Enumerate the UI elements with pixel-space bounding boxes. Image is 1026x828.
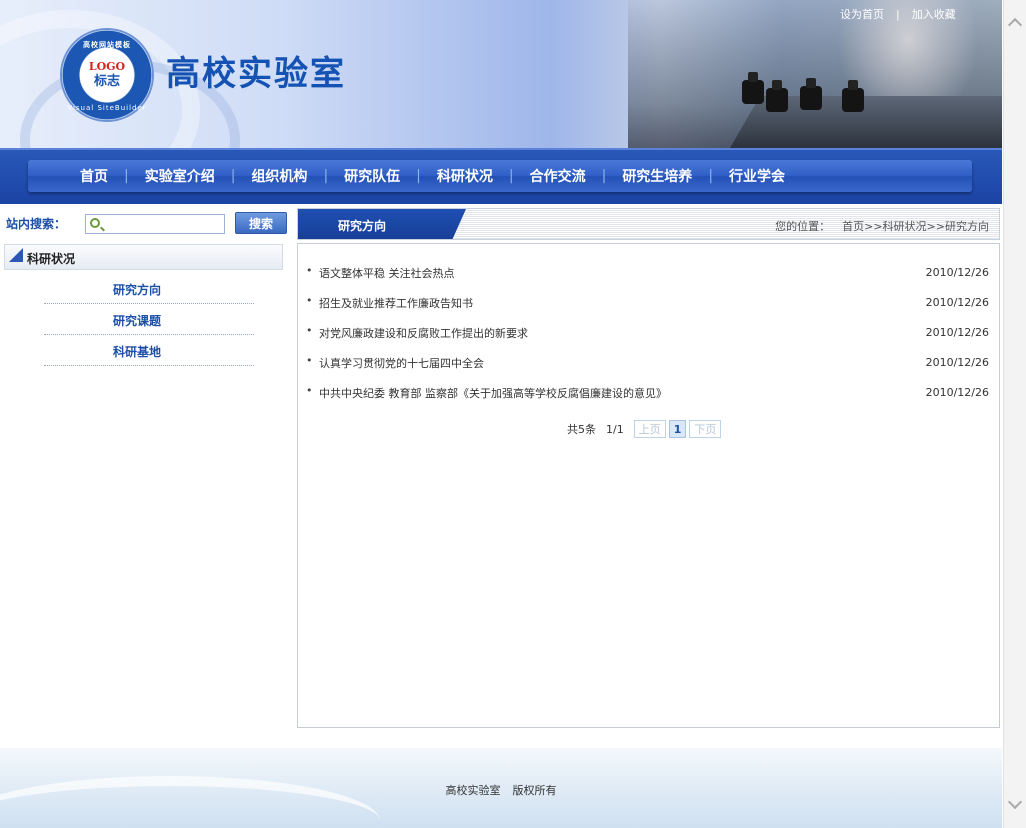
footer-site-name: 高校实验室 [445, 784, 501, 797]
news-date: 2010/12/26 [925, 296, 989, 309]
nav-item-home[interactable]: 首页 [80, 166, 108, 186]
breadcrumb-path[interactable]: 首页>>科研状况>>研究方向 [842, 220, 989, 233]
footer-copyright: 版权所有 [512, 784, 557, 797]
list-item[interactable]: • 语文整体平稳 关注社会热点 2010/12/26 [298, 264, 999, 282]
search-label: 站内搜索： [6, 217, 67, 231]
logo-cn: 标志 [93, 74, 120, 89]
nav-bar: 首页 | 实验室介绍 | 组织机构 | 研究队伍 | 科研状况 | 合作交流 |… [28, 160, 972, 192]
news-date: 2010/12/26 [925, 356, 989, 369]
content-tab-title: 研究方向 [338, 219, 387, 233]
nav-separator: | [601, 168, 607, 184]
sidebar-item-research-direction[interactable]: 研究方向 [44, 274, 254, 304]
sidebar-item-research-base[interactable]: 科研基地 [44, 336, 254, 366]
pager-total: 共5条 [567, 423, 596, 436]
bullet-icon: • [306, 324, 313, 337]
scroll-up-icon[interactable] [1007, 17, 1023, 33]
pager-page-info: 1/1 [606, 422, 624, 436]
logo-ring-text: 高校网站模板 [83, 41, 131, 49]
news-title[interactable]: 认真学习贯彻党的十七届四中全会 [319, 355, 484, 371]
nav-item-graduate[interactable]: 研究生培养 [622, 166, 692, 186]
link-separator: | [896, 8, 900, 21]
nav-item-lab-intro[interactable]: 实验室介绍 [145, 166, 215, 186]
footer-text: 高校实验室 版权所有 [0, 782, 1002, 798]
bullet-icon: • [306, 294, 313, 307]
sidebar-item-research-topics[interactable]: 研究课题 [44, 305, 254, 335]
top-links: 设为首页 | 加入收藏 [840, 6, 956, 22]
prev-page-button[interactable]: 上页 [633, 420, 666, 438]
breadcrumb: 您的位置： 首页>>科研状况>>研究方向 [775, 218, 989, 234]
sidebar-item-label: 科研基地 [113, 345, 162, 359]
page: 高校网站模板 LOGO 标志 Visual SiteBuilder 高校实验室 … [0, 0, 1002, 828]
news-date: 2010/12/26 [925, 386, 989, 399]
logo-word: LOGO [88, 60, 126, 73]
sidebar-item-label: 研究方向 [113, 283, 162, 297]
search-button[interactable]: 搜索 [235, 212, 287, 234]
add-favorite-link[interactable]: 加入收藏 [912, 8, 956, 21]
machine-knob [742, 72, 764, 104]
scroll-down-icon[interactable] [1007, 794, 1023, 810]
current-page-button[interactable]: 1 [668, 420, 687, 438]
nav-separator: | [416, 168, 421, 184]
vertical-scrollbar[interactable] [1003, 0, 1026, 828]
bullet-icon: • [306, 354, 313, 367]
search-icon [90, 218, 100, 228]
site-title: 高校实验室 [166, 54, 346, 94]
content-tab: 研究方向 [298, 209, 466, 239]
logo-ring-text-bottom: Visual SiteBuilder [67, 104, 147, 112]
footer: 高校实验室 版权所有 [0, 748, 1002, 828]
nav-separator: | [124, 168, 129, 184]
content-header: 研究方向 您的位置： 首页>>科研状况>>研究方向 [297, 208, 1000, 240]
nav-item-cooperation[interactable]: 合作交流 [530, 166, 586, 186]
sidebar-title: 科研状况 [27, 252, 76, 266]
news-date: 2010/12/26 [925, 326, 989, 339]
nav-separator: | [230, 168, 236, 184]
news-title[interactable]: 招生及就业推荐工作廉政告知书 [319, 295, 473, 311]
sidebar-header: 科研状况 [4, 244, 283, 270]
site-logo[interactable]: 高校网站模板 LOGO 标志 Visual SiteBuilder [62, 30, 152, 120]
nav-separator: | [708, 168, 714, 184]
nav-item-organization[interactable]: 组织机构 [251, 166, 307, 186]
header-banner: 高校网站模板 LOGO 标志 Visual SiteBuilder 高校实验室 … [0, 0, 1002, 148]
news-title[interactable]: 对党风廉政建设和反腐败工作提出的新要求 [319, 325, 528, 341]
list-item[interactable]: • 认真学习贯彻党的十七届四中全会 2010/12/26 [298, 354, 999, 372]
machine-knob [800, 78, 822, 110]
next-page-button[interactable]: 下页 [689, 420, 722, 438]
search-input[interactable] [85, 214, 225, 234]
list-item[interactable]: • 中共中央纪委 教育部 监察部《关于加强高等学校反腐倡廉建设的意见》 2010… [298, 384, 999, 402]
list-item[interactable]: • 对党风廉政建设和反腐败工作提出的新要求 2010/12/26 [298, 324, 999, 342]
nav-separator: | [323, 168, 329, 184]
machine-knob [766, 80, 788, 112]
breadcrumb-label: 您的位置： [775, 220, 831, 233]
main-nav: 首页 | 实验室介绍 | 组织机构 | 研究队伍 | 科研状况 | 合作交流 |… [0, 148, 1002, 204]
sidebar-item-label: 研究课题 [113, 314, 162, 328]
corner-arrow-icon [9, 248, 23, 262]
news-title[interactable]: 语文整体平稳 关注社会热点 [319, 265, 455, 281]
set-homepage-link[interactable]: 设为首页 [840, 8, 884, 21]
bullet-icon: • [306, 264, 313, 277]
nav-item-society[interactable]: 行业学会 [729, 166, 785, 186]
news-list: • 语文整体平稳 关注社会热点 2010/12/26 • 招生及就业推荐工作廉政… [297, 243, 1000, 728]
news-date: 2010/12/26 [925, 266, 989, 279]
nav-separator: | [508, 168, 514, 184]
news-title[interactable]: 中共中央纪委 教育部 监察部《关于加强高等学校反腐倡廉建设的意见》 [319, 385, 667, 401]
machine-knob [842, 80, 864, 112]
pagination: 共5条 1/1 上页 1 下页 [567, 420, 724, 438]
nav-item-research-team[interactable]: 研究队伍 [344, 166, 400, 186]
logo-center: LOGO 标志 [86, 59, 128, 89]
nav-item-research-status[interactable]: 科研状况 [437, 166, 493, 186]
bullet-icon: • [306, 384, 313, 397]
list-item[interactable]: • 招生及就业推荐工作廉政告知书 2010/12/26 [298, 294, 999, 312]
